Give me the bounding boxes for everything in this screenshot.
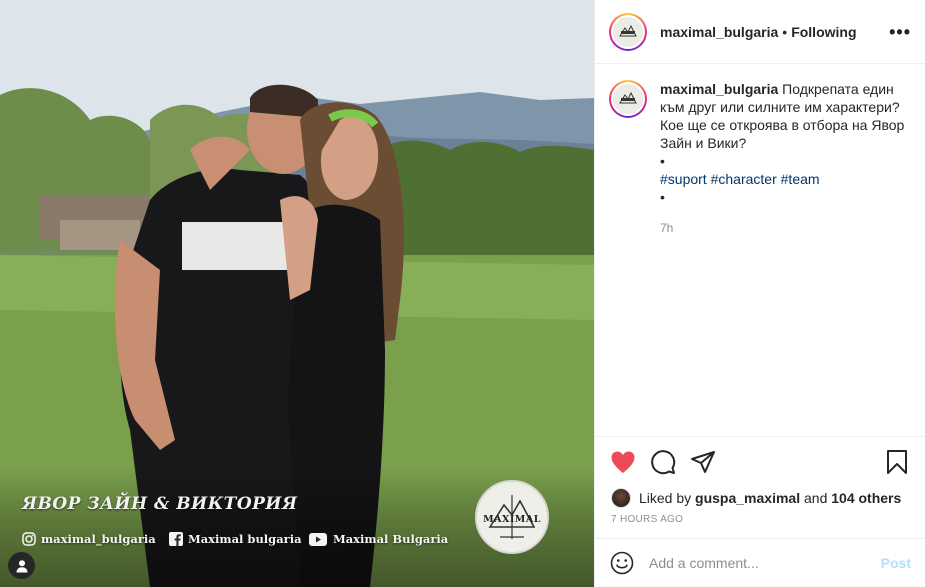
following-button[interactable]: Following: [791, 24, 856, 40]
photo-overlay-names: ЯВОР ЗАЙН & ВИКТОРИЯ: [22, 494, 298, 514]
liker-username-link[interactable]: guspa_maximal: [695, 490, 800, 506]
likes-summary: Liked by guspa_maximal and 104 others: [595, 487, 925, 509]
liker-avatar[interactable]: [611, 488, 631, 508]
comments-area: maximal_bulgaria Подкрепата един към дру…: [595, 64, 925, 436]
comment-button[interactable]: [649, 448, 677, 476]
badge-text: MAXIMAL: [483, 514, 541, 525]
comment-input[interactable]: [649, 555, 869, 571]
post-photo[interactable]: ЯВОР ЗАЙН & ВИКТОРИЯ maximal_bulgaria Ma…: [0, 0, 594, 587]
photo-social-label: maximal_bulgaria: [41, 532, 156, 546]
tagged-users-button[interactable]: [8, 552, 35, 579]
caption-bullet: •: [660, 153, 665, 169]
photo-social-label: Maximal bulgaria: [188, 532, 302, 546]
likes-others-link[interactable]: 104 others: [831, 490, 901, 506]
hashtag-link[interactable]: #suport: [660, 171, 707, 187]
facebook-icon: [168, 532, 183, 547]
comment-icon: [651, 450, 676, 475]
photo-social-facebook: Maximal bulgaria: [168, 530, 302, 548]
caption-timestamp[interactable]: 7h: [660, 219, 905, 237]
emoji-button[interactable]: [609, 550, 635, 576]
maximal-avatar-logo-icon: [613, 16, 643, 47]
add-comment-bar: Post: [595, 538, 925, 587]
hashtag-link[interactable]: #character: [711, 171, 777, 187]
bookmark-icon: [887, 450, 907, 474]
maximal-badge-logo: MAXIMAL: [475, 480, 549, 554]
more-options-icon[interactable]: •••: [889, 23, 911, 41]
user-icon: [16, 559, 27, 572]
save-button[interactable]: [883, 448, 911, 476]
youtube-icon: [308, 532, 328, 547]
photo-social-instagram: maximal_bulgaria: [21, 530, 156, 548]
post-timestamp[interactable]: 7 HOURS AGO: [595, 514, 925, 525]
caption-bullet: •: [660, 189, 665, 205]
caption-hashtags: #suport #character #team: [660, 170, 905, 188]
photo-social-label: Maximal Bulgaria: [333, 532, 449, 546]
share-button[interactable]: [689, 448, 717, 476]
smiley-icon: [610, 551, 634, 575]
instagram-icon: [21, 532, 36, 547]
caption-text: maximal_bulgaria Подкрепата един към дру…: [660, 80, 905, 237]
photo-social-youtube: Maximal Bulgaria: [308, 530, 448, 548]
hashtag-link[interactable]: #team: [781, 171, 820, 187]
post-sidebar: maximal_bulgaria • Following ••• maximal…: [594, 0, 925, 587]
post-comment-button[interactable]: Post: [881, 555, 911, 571]
action-bar: [595, 437, 925, 487]
share-icon: [691, 451, 715, 473]
caption: maximal_bulgaria Подкрепата един към дру…: [609, 80, 911, 237]
maximal-avatar-logo-icon: [613, 84, 643, 114]
avatar[interactable]: [609, 12, 647, 51]
heart-icon: [611, 451, 635, 473]
header-separator: •: [782, 23, 788, 40]
post-actions-section: Liked by guspa_maximal and 104 others 7 …: [595, 436, 925, 525]
header-username-link[interactable]: maximal_bulgaria: [660, 24, 778, 40]
likes-prefix: Liked by: [639, 490, 692, 506]
avatar[interactable]: [609, 80, 647, 118]
post-header: maximal_bulgaria • Following •••: [595, 0, 925, 64]
caption-username-link[interactable]: maximal_bulgaria: [660, 81, 778, 97]
likes-connector: and: [804, 490, 828, 506]
like-button[interactable]: [609, 448, 637, 476]
